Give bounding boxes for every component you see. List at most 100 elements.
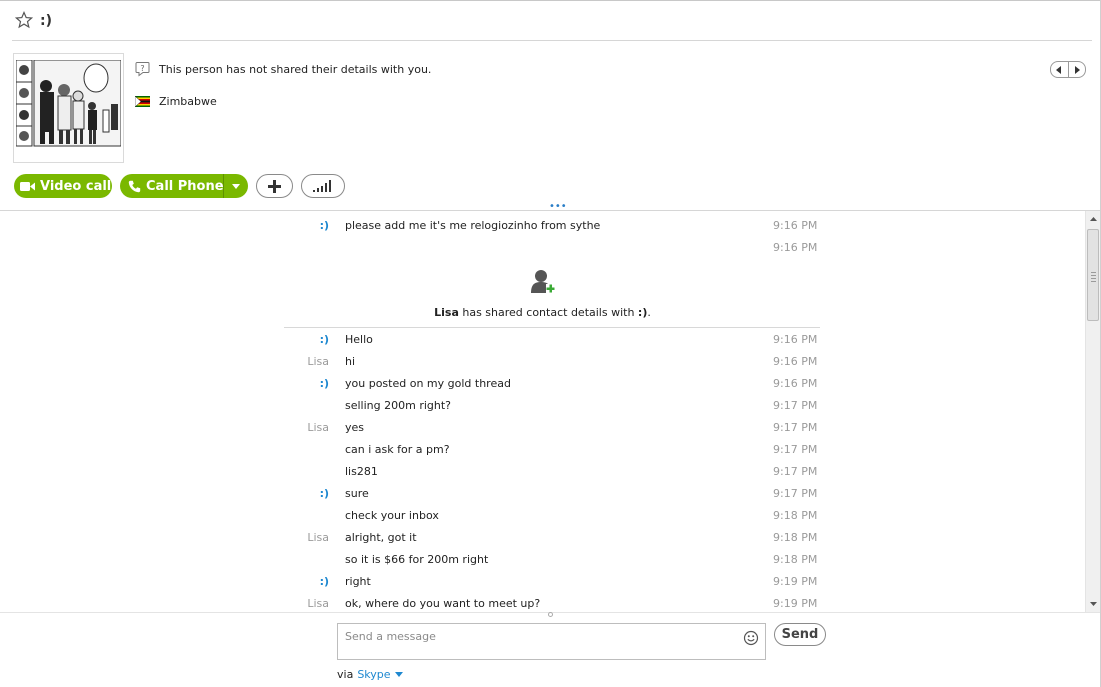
call-options-dropdown[interactable] [224, 174, 248, 198]
via-label: via [337, 668, 354, 681]
message-scrollbar[interactable] [1085, 211, 1100, 612]
message-timestamp: 9:17 PM [773, 465, 818, 478]
message-text: lis281 [345, 465, 378, 478]
send-button[interactable]: Send [774, 623, 826, 646]
message-text: Hello [345, 333, 373, 346]
message-row: 9:18 PM check your inbox [0, 503, 1085, 525]
message-text: right [345, 575, 371, 588]
message-timestamp: 9:18 PM [773, 553, 818, 566]
message-sender: :) [319, 333, 329, 346]
message-row: 9:17 PM selling 200m right? [0, 393, 1085, 415]
message-sender: Lisa [307, 597, 329, 610]
message-text: so it is $66 for 200m right [345, 553, 489, 566]
message-sender: :) [319, 575, 329, 588]
question-bubble-icon: ? [135, 62, 150, 77]
chevron-down-icon [232, 183, 240, 189]
message-input[interactable]: Send a message [337, 623, 766, 660]
message-timestamp: 9:16 PM [773, 355, 818, 368]
send-via-selector[interactable]: via Skype [337, 668, 403, 681]
message-timestamp: 9:17 PM [773, 443, 818, 456]
header-divider [12, 40, 1092, 41]
country-text: Zimbabwe [159, 95, 217, 108]
message-sender: :) [319, 219, 329, 232]
message-row: 9:16 PM:) you posted on my gold thread [0, 371, 1085, 393]
message-row: 9:17 PM can i ask for a pm? [0, 437, 1085, 459]
message-history: 9:16 PM:) please add me it's me relogiozi… [0, 211, 1085, 612]
message-sender: :) [319, 487, 329, 500]
message-row: 9:19 PM:) right [0, 569, 1085, 591]
system-message-row: 9:16 PM Lisa has shared contact details w… [0, 235, 1085, 329]
arrow-right-icon [1074, 65, 1080, 74]
profile-nav-arrows [1050, 61, 1086, 78]
message-text: hi [345, 355, 356, 368]
scroll-down-arrow-icon [1089, 602, 1097, 606]
system-message-middle: has shared contact details with [458, 306, 638, 319]
message-text: yes [345, 421, 365, 434]
call-quality-button[interactable] [301, 174, 345, 198]
system-message-target: :) [637, 306, 648, 319]
phone-icon [128, 180, 141, 192]
message-text: alright, got it [345, 531, 417, 544]
details-notice-row: ? This person has not shared their detai… [135, 61, 431, 77]
conversation-header: :) [0, 1, 1100, 41]
message-text: selling 200m right? [345, 399, 452, 412]
message-row: 9:18 PM Lisa alright, got it [0, 525, 1085, 547]
signal-bars-icon [313, 180, 331, 192]
call-phone-label: Call Phone [146, 178, 224, 194]
call-phone-button[interactable]: Call Phone [120, 174, 248, 198]
message-text: you posted on my gold thread [345, 377, 511, 390]
message-timestamp: 9:16 PM [773, 241, 818, 254]
message-row: 9:17 PM lis281 [0, 459, 1085, 481]
arrow-left-icon [1056, 65, 1062, 74]
message-row: 9:17 PM:) sure [0, 481, 1085, 503]
message-text: please add me it's me relogiozinho from … [345, 219, 601, 232]
via-service-link[interactable]: Skype [357, 668, 390, 681]
details-notice-text: This person has not shared their details… [159, 62, 432, 76]
scroll-thumb[interactable] [1087, 229, 1099, 321]
message-sender: :) [319, 377, 329, 390]
message-row: 9:16 PM:) please add me it's me relogiozi… [0, 213, 1085, 235]
message-sender: Lisa [307, 531, 329, 544]
scroll-up-arrow-icon [1089, 217, 1097, 221]
add-people-button[interactable] [256, 174, 293, 198]
message-timestamp: 9:16 PM [773, 219, 818, 232]
message-row: 9:16 PM Lisa hi [0, 349, 1085, 371]
message-timestamp: 9:19 PM [773, 575, 818, 588]
video-call-button[interactable]: Video call [14, 174, 112, 198]
nav-prev-button[interactable] [1051, 62, 1069, 77]
video-call-label: Video call [40, 178, 112, 194]
message-sender: Lisa [307, 421, 329, 434]
message-text: can i ask for a pm? [345, 443, 450, 456]
message-timestamp: 9:17 PM [773, 487, 818, 500]
contact-shared-icon [531, 270, 555, 293]
message-timestamp: 9:18 PM [773, 509, 818, 522]
svg-text:?: ? [140, 64, 144, 73]
message-timestamp: 9:19 PM [773, 597, 818, 610]
message-row: 9:19 PM Lisa ok, where do you want to meet… [0, 591, 1085, 612]
scroll-down-button[interactable] [1086, 596, 1100, 612]
nav-next-button[interactable] [1069, 62, 1086, 77]
star-favorite-icon[interactable] [15, 11, 33, 29]
splitter-grip-icon[interactable]: ••• [549, 202, 567, 212]
system-message-name: Lisa [434, 306, 459, 319]
scroll-up-button[interactable] [1086, 211, 1100, 227]
message-text: check your inbox [345, 509, 439, 522]
system-message-text: Lisa has shared contact details with :). [0, 306, 1085, 319]
country-row: Zimbabwe [135, 95, 217, 108]
system-message-end: . [647, 306, 651, 319]
message-row: 9:17 PM Lisa yes [0, 415, 1085, 437]
composer-resize-handle[interactable] [548, 612, 553, 617]
emoticon-smiley-icon[interactable] [743, 630, 759, 646]
message-text: ok, where do you want to meet up? [345, 597, 541, 610]
zimbabwe-flag-icon [135, 96, 150, 107]
chevron-down-icon[interactable] [394, 672, 403, 677]
scroll-grip-icon [1091, 272, 1096, 284]
plus-icon [268, 179, 281, 193]
contact-avatar[interactable] [13, 53, 124, 163]
message-timestamp: 9:17 PM [773, 399, 818, 412]
message-timestamp: 9:17 PM [773, 421, 818, 434]
manga-panel-avatar-icon [16, 60, 121, 152]
video-camera-icon [20, 181, 35, 191]
message-timestamp: 9:16 PM [773, 333, 818, 346]
message-row: 9:18 PM so it is $66 for 200m right [0, 547, 1085, 569]
